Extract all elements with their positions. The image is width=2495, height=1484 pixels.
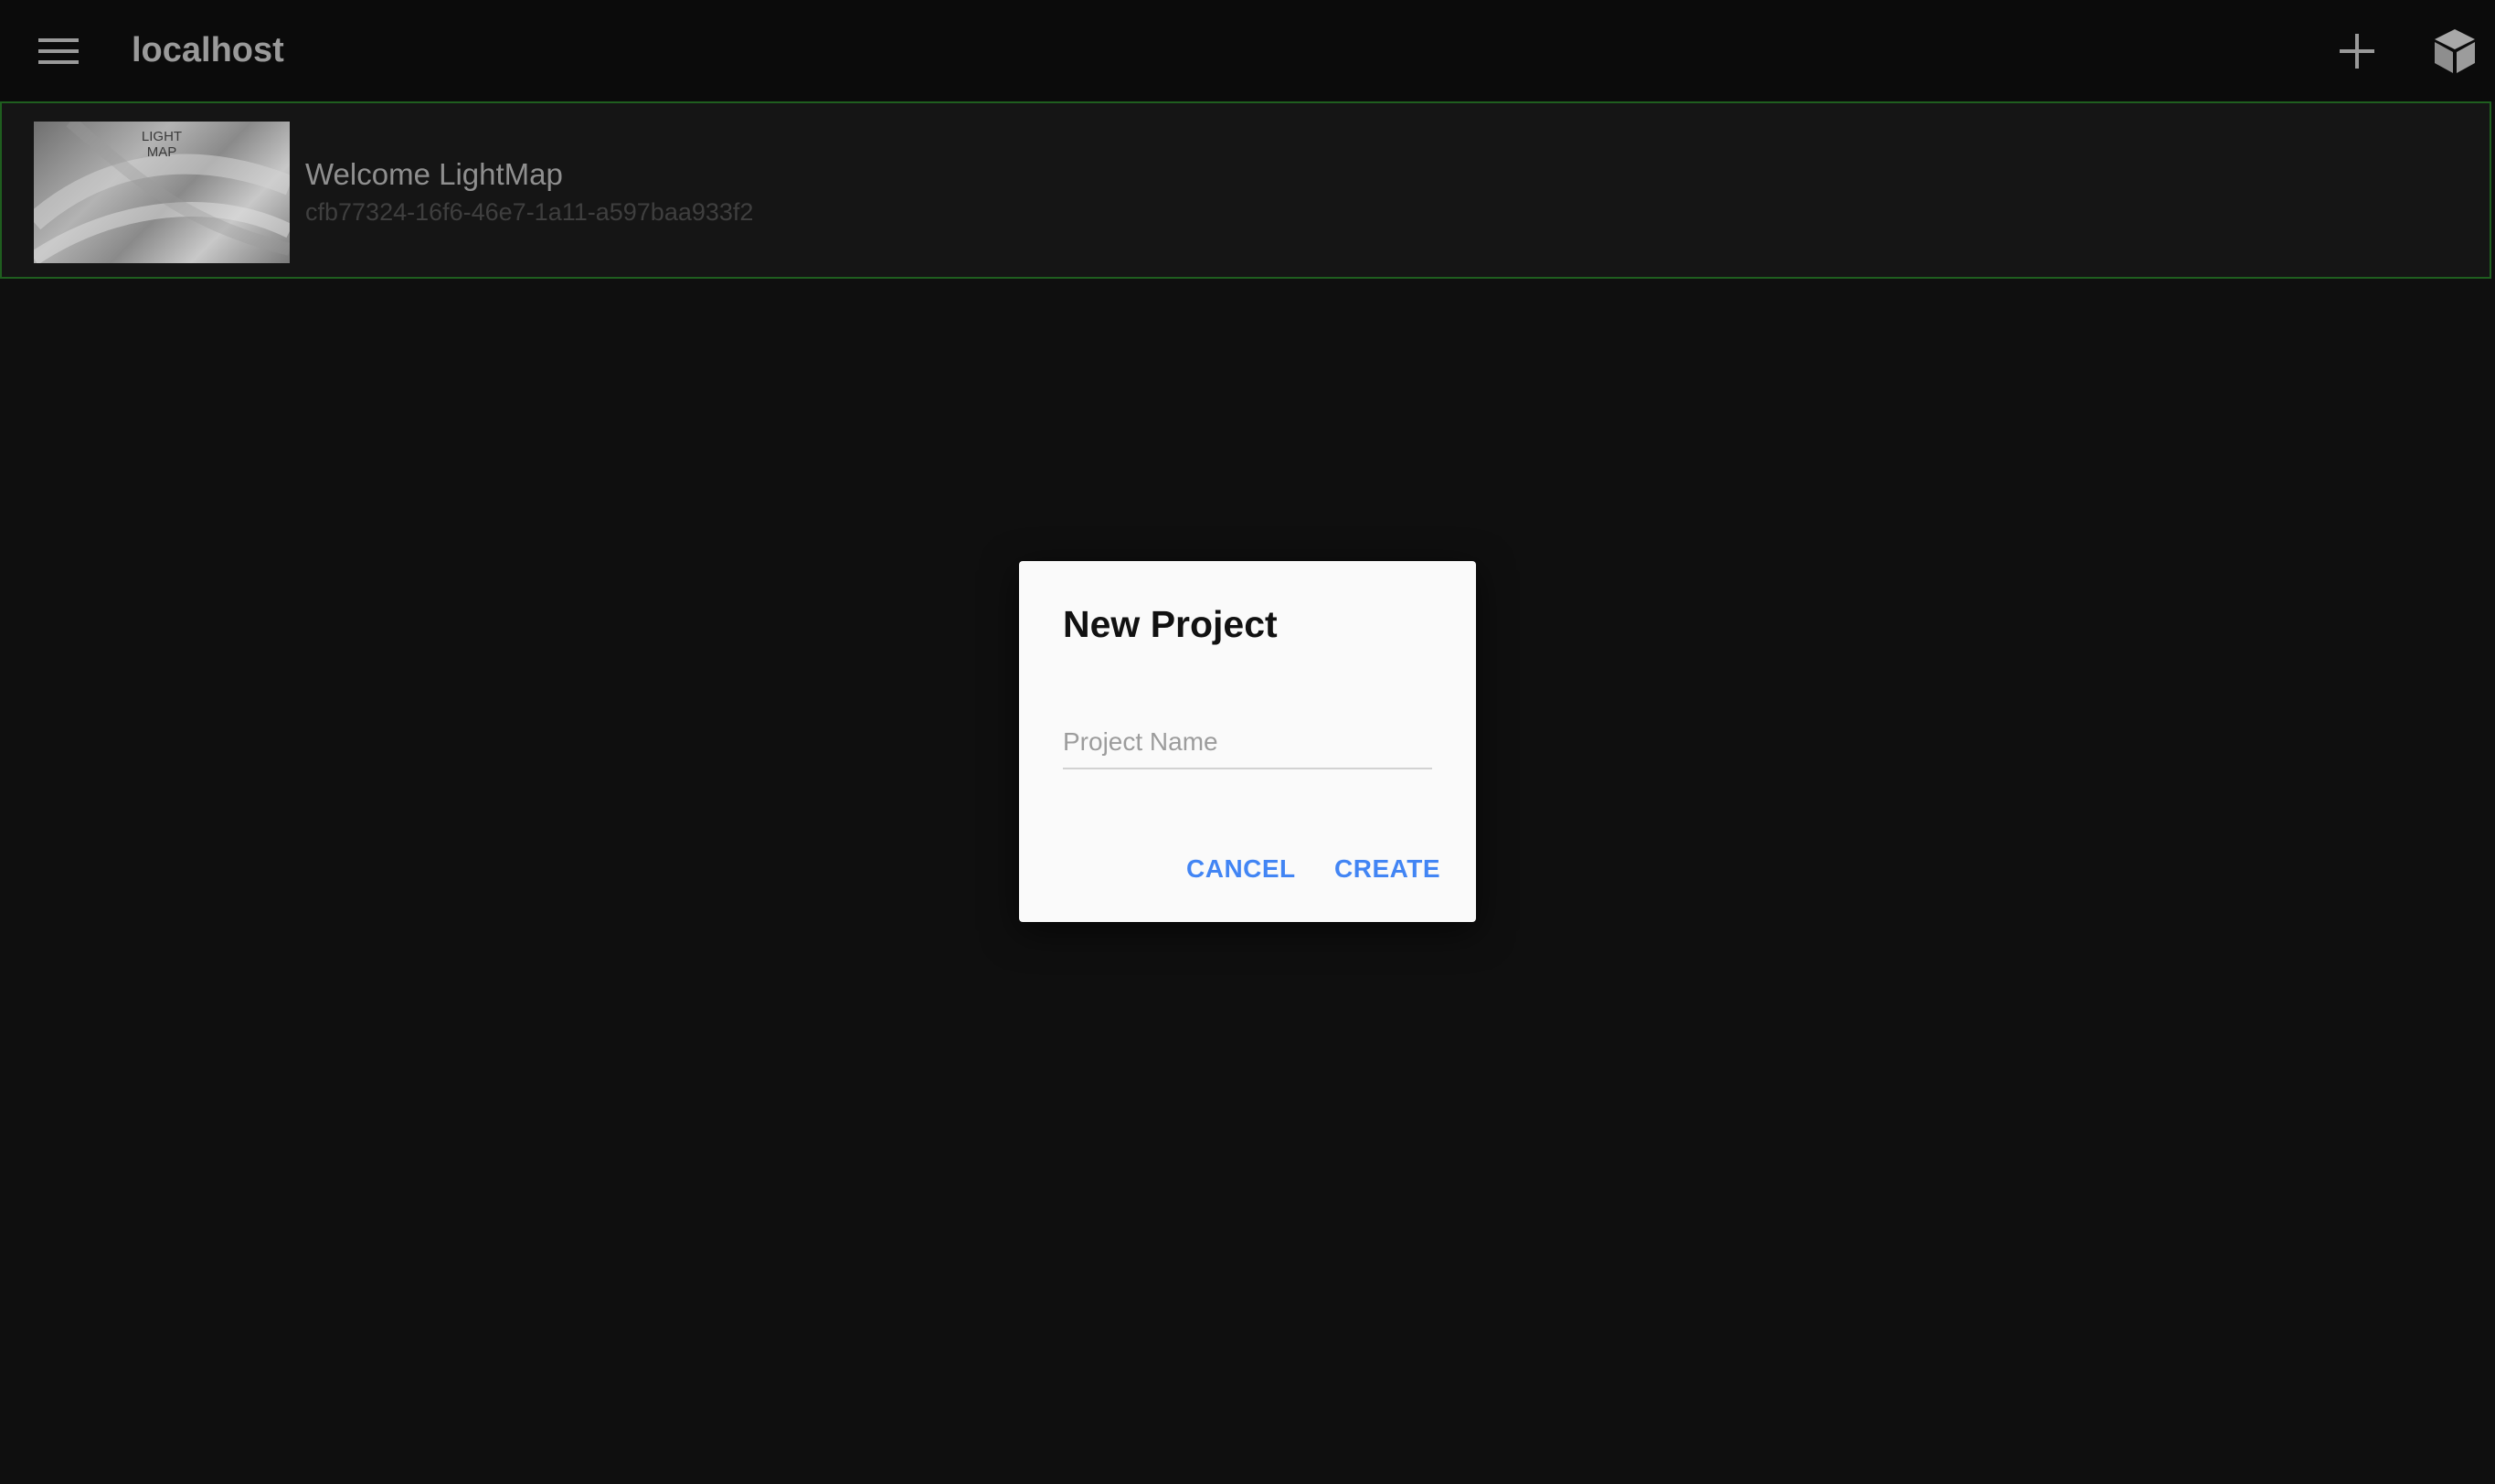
project-id: cfb77324-16f6-46e7-1a11-a597baa933f2 (305, 198, 754, 226)
app-title: localhost (132, 31, 284, 69)
new-project-dialog: New Project CANCEL CREATE (1019, 561, 1476, 922)
cube-icon[interactable] (2429, 26, 2480, 77)
dialog-title: New Project (1063, 603, 1278, 645)
project-list: LIGHT MAP Welcome LightMap cfb77324-16f6… (0, 101, 2495, 279)
menu-icon[interactable] (38, 37, 79, 66)
cancel-button[interactable]: CANCEL (1177, 845, 1305, 893)
project-name-input[interactable] (1063, 716, 1432, 769)
thumbnail-logo-text: LIGHT MAP (141, 129, 183, 160)
top-app-bar: localhost (0, 0, 2495, 101)
project-name: Welcome LightMap (305, 157, 563, 191)
project-thumbnail: LIGHT MAP (34, 122, 290, 263)
project-card[interactable]: LIGHT MAP Welcome LightMap cfb77324-16f6… (0, 101, 2491, 279)
add-icon[interactable] (2336, 30, 2378, 72)
create-button[interactable]: CREATE (1325, 845, 1449, 893)
